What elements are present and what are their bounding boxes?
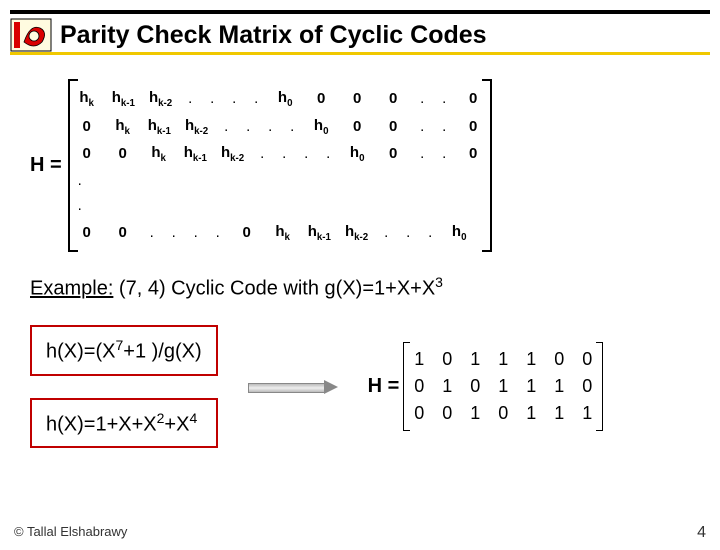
small-matrix-body: 1011100 0101110 0010111 [403, 342, 603, 431]
arrow-icon [248, 380, 338, 394]
logo-icon [10, 18, 52, 52]
formula-box-2: h(X)=1+X+X2+X4 [30, 398, 218, 449]
example-text: (7, 4) Cyclic Code with g(X)=1+X+X [113, 278, 435, 300]
accent-rule [10, 52, 710, 55]
page-number: 4 [697, 524, 706, 542]
matrix-label: H = [30, 154, 62, 177]
example-lead: Example: [30, 278, 113, 300]
example-sup: 3 [435, 274, 443, 290]
example-line: Example: (7, 4) Cyclic Code with g(X)=1+… [30, 274, 690, 301]
matrix-body: hkhk-1hk-2....h0000..0 0hkhk-1hk-2....h0… [68, 79, 493, 252]
mid-section: h(X)=(X7+1 )/g(X) h(X)=1+X+X2+X4 H = 101… [30, 325, 690, 448]
small-matrix-label: H = [368, 375, 400, 398]
formula-boxes: h(X)=(X7+1 )/g(X) h(X)=1+X+X2+X4 [30, 325, 218, 448]
copyright: © Tallal Elshabrawy [14, 524, 127, 542]
small-parity-matrix: H = 1011100 0101110 0010111 [368, 342, 604, 431]
footer: © Tallal Elshabrawy 4 [14, 524, 706, 542]
page-title: Parity Check Matrix of Cyclic Codes [60, 21, 487, 50]
header: Parity Check Matrix of Cyclic Codes [0, 14, 720, 52]
big-parity-matrix: H = hkhk-1hk-2....h0000..0 0hkhk-1hk-2..… [30, 79, 690, 252]
formula-box-1: h(X)=(X7+1 )/g(X) [30, 325, 218, 376]
